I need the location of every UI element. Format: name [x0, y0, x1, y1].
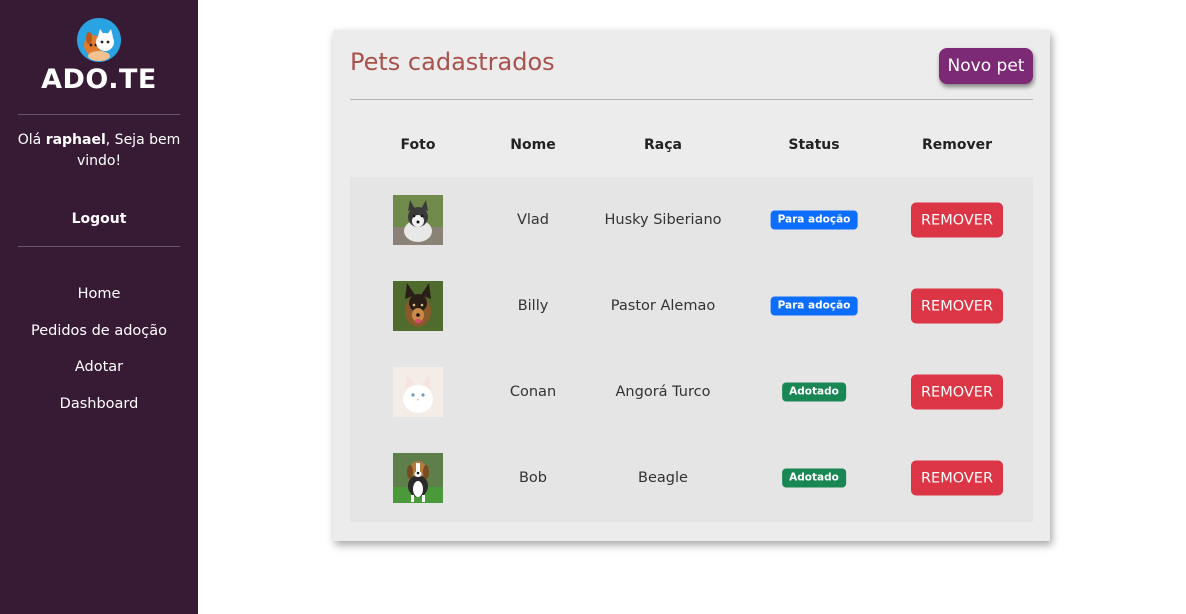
remove-cell: REMOVER — [911, 460, 1003, 496]
pet-breed: Husky Siberiano — [604, 212, 722, 228]
remove-cell: REMOVER — [911, 374, 1003, 410]
table-row: Conan Angorá Turco Adotado REMOVER — [350, 349, 1033, 435]
table-row: Billy Pastor Alemao Para adoção REMOVER — [350, 263, 1033, 349]
column-header-remover: Remover — [921, 137, 993, 153]
pets-logo-icon — [77, 18, 121, 62]
pet-name: Billy — [517, 298, 549, 314]
remove-cell: REMOVER — [911, 202, 1003, 238]
remove-button[interactable]: REMOVER — [911, 374, 1003, 410]
logout-link[interactable]: Logout — [0, 211, 198, 227]
table-row: Bob Beagle Adotado REMOVER — [350, 435, 1033, 521]
status-badge: Adotado — [782, 382, 846, 402]
white-cat-photo-icon — [393, 367, 443, 417]
brand-name: ADO.TE — [41, 64, 157, 95]
divider — [18, 246, 180, 247]
pet-photo — [393, 367, 443, 417]
status-cell: Adotado — [782, 382, 846, 402]
status-badge: Para adoção — [770, 210, 858, 230]
pet-name: Conan — [509, 384, 557, 400]
german-shepherd-photo-icon — [393, 281, 443, 331]
welcome-message: Olá raphael, Seja bem vindo! — [14, 130, 184, 172]
new-pet-button[interactable]: Novo pet — [939, 48, 1033, 84]
column-header-foto: Foto — [400, 137, 436, 153]
pet-photo — [393, 195, 443, 245]
username: raphael — [45, 132, 106, 148]
column-header-status: Status — [788, 137, 840, 153]
pet-photo — [393, 281, 443, 331]
table-row: Vlad Husky Siberiano Para adoção REMOVER — [350, 177, 1033, 263]
status-cell: Adotado — [782, 468, 846, 488]
remove-cell: REMOVER — [911, 288, 1003, 324]
table-header: Foto Nome Raça Status Remover — [350, 137, 1033, 157]
remove-button[interactable]: REMOVER — [911, 202, 1003, 238]
pet-breed: Beagle — [638, 470, 688, 486]
greeting-prefix: Olá — [17, 132, 46, 148]
beagle-photo-icon — [393, 453, 443, 503]
pets-table-body: Vlad Husky Siberiano Para adoção REMOVER — [350, 177, 1033, 522]
divider — [350, 99, 1033, 100]
pet-breed: Angorá Turco — [615, 384, 711, 400]
husky-photo-icon — [393, 195, 443, 245]
sidebar-item-dashboard[interactable]: Dashboard — [0, 394, 198, 431]
status-cell: Para adoção — [770, 296, 858, 316]
pet-name: Vlad — [516, 212, 550, 228]
remove-button[interactable]: REMOVER — [911, 288, 1003, 324]
sidebar-item-home[interactable]: Home — [0, 284, 198, 321]
status-badge: Adotado — [782, 468, 846, 488]
pets-card: Pets cadastrados Novo pet Foto Nome Raça… — [333, 30, 1050, 541]
logo[interactable] — [0, 18, 198, 66]
remove-button[interactable]: REMOVER — [911, 460, 1003, 496]
pet-photo — [393, 453, 443, 503]
column-header-nome: Nome — [510, 137, 556, 153]
page-title: Pets cadastrados — [350, 48, 555, 76]
pet-name: Bob — [518, 470, 548, 486]
pet-breed: Pastor Alemao — [610, 298, 716, 314]
sidebar-item-adotar[interactable]: Adotar — [0, 357, 198, 394]
status-badge: Para adoção — [770, 296, 858, 316]
status-cell: Para adoção — [770, 210, 858, 230]
sidebar-nav: Home Pedidos de adoção Adotar Dashboard — [0, 284, 198, 430]
sidebar-item-pedidos-de-adocao[interactable]: Pedidos de adoção — [0, 321, 198, 358]
sidebar: ADO.TE Olá raphael, Seja bem vindo! Logo… — [0, 0, 198, 614]
divider — [18, 114, 180, 115]
column-header-raca: Raça — [644, 137, 682, 153]
